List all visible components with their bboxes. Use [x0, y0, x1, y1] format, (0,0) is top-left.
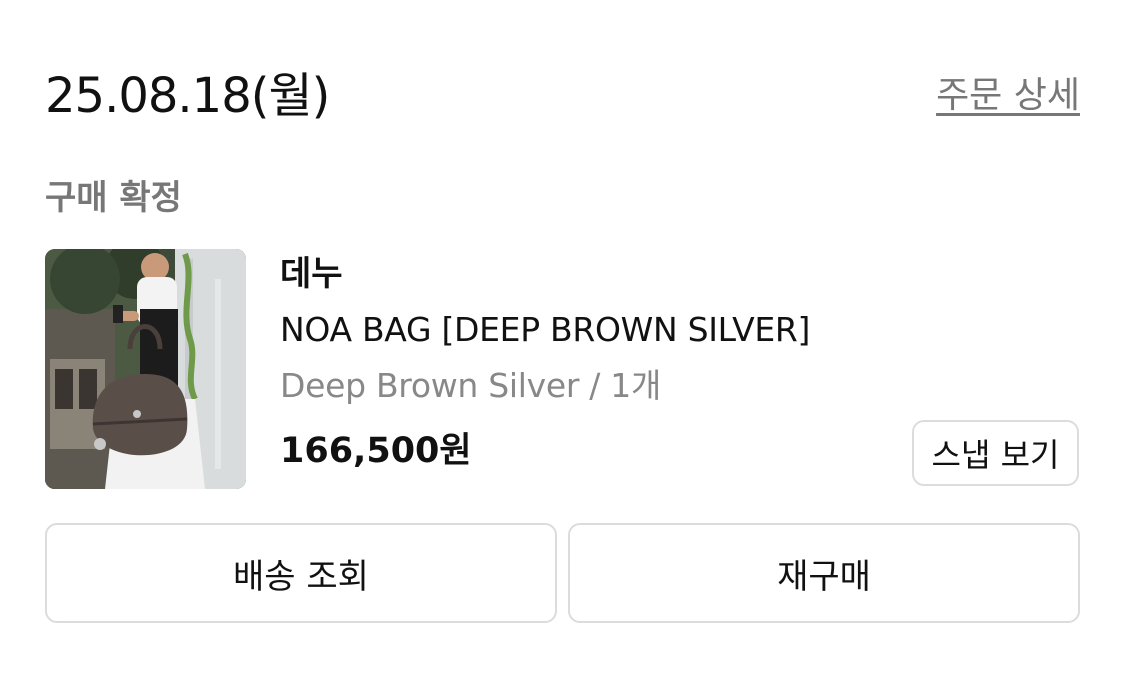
track-delivery-button[interactable]: 배송 조회: [45, 523, 557, 623]
order-status: 구매 확정: [45, 178, 182, 218]
product-option: Deep Brown Silver / 1개: [280, 366, 662, 405]
product-price: 166,500원: [280, 431, 472, 471]
rebuy-button[interactable]: 재구매: [568, 523, 1080, 623]
view-snap-button[interactable]: 스냅 보기: [912, 420, 1079, 486]
product-photo-icon: [45, 249, 246, 489]
order-date: 25.08.18(월): [45, 68, 330, 124]
order-detail-link[interactable]: 주문 상세: [936, 74, 1080, 118]
product-thumbnail[interactable]: [45, 249, 246, 489]
product-name[interactable]: NOA BAG [DEEP BROWN SILVER]: [280, 308, 810, 352]
brand-name[interactable]: 데누: [280, 252, 343, 296]
